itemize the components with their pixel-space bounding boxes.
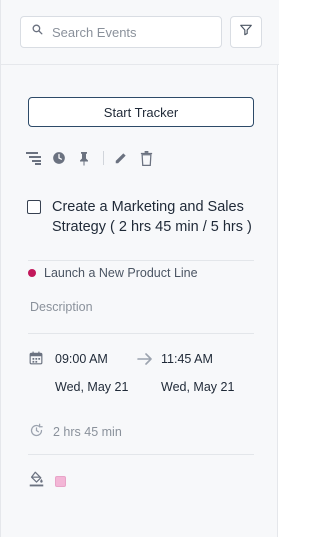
end-date[interactable]: Wed, May 21 — [161, 380, 234, 394]
start-time[interactable]: 09:00 AM — [55, 352, 108, 366]
top-bar — [1, 0, 279, 65]
duration-row: 2 hrs 45 min — [29, 423, 122, 441]
trash-icon[interactable] — [137, 149, 155, 167]
calendar-icon — [29, 351, 43, 370]
arrow-right-icon — [137, 352, 153, 370]
edit-icon[interactable] — [112, 149, 130, 167]
start-date[interactable]: Wed, May 21 — [55, 380, 128, 394]
end-time[interactable]: 11:45 AM — [161, 352, 213, 366]
task-title[interactable]: Create a Marketing and Sales Strategy ( … — [52, 197, 267, 237]
event-toolbar — [25, 149, 162, 167]
subtasks-icon[interactable] — [25, 149, 43, 167]
search-icon — [31, 23, 44, 41]
divider — [28, 333, 254, 334]
paint-bucket-icon — [29, 471, 44, 492]
event-color-swatch[interactable] — [55, 476, 66, 487]
toolbar-divider — [103, 151, 104, 165]
filter-button[interactable] — [230, 16, 262, 48]
event-detail-panel: Start Tracker Create a Marketing and Sal… — [0, 0, 279, 537]
project-name: Launch a New Product Line — [44, 266, 198, 280]
divider — [28, 260, 254, 261]
duration-icon — [29, 423, 44, 441]
clock-icon[interactable] — [50, 149, 68, 167]
search-input[interactable] — [52, 24, 202, 40]
filter-icon — [239, 23, 253, 42]
project-tag[interactable]: Launch a New Product Line — [28, 266, 198, 280]
divider — [28, 454, 254, 455]
task-item: Create a Marketing and Sales Strategy ( … — [27, 197, 267, 237]
pin-icon[interactable] — [75, 149, 93, 167]
search-box[interactable] — [20, 16, 222, 48]
start-tracker-button[interactable]: Start Tracker — [28, 97, 254, 127]
description-field[interactable]: Description — [30, 300, 93, 314]
color-row — [29, 471, 66, 492]
schedule-row: 09:00 AM Wed, May 21 11:45 AM Wed, May 2… — [29, 350, 269, 400]
task-checkbox[interactable] — [27, 200, 41, 214]
project-color-dot — [28, 269, 36, 277]
duration-value: 2 hrs 45 min — [53, 425, 122, 439]
